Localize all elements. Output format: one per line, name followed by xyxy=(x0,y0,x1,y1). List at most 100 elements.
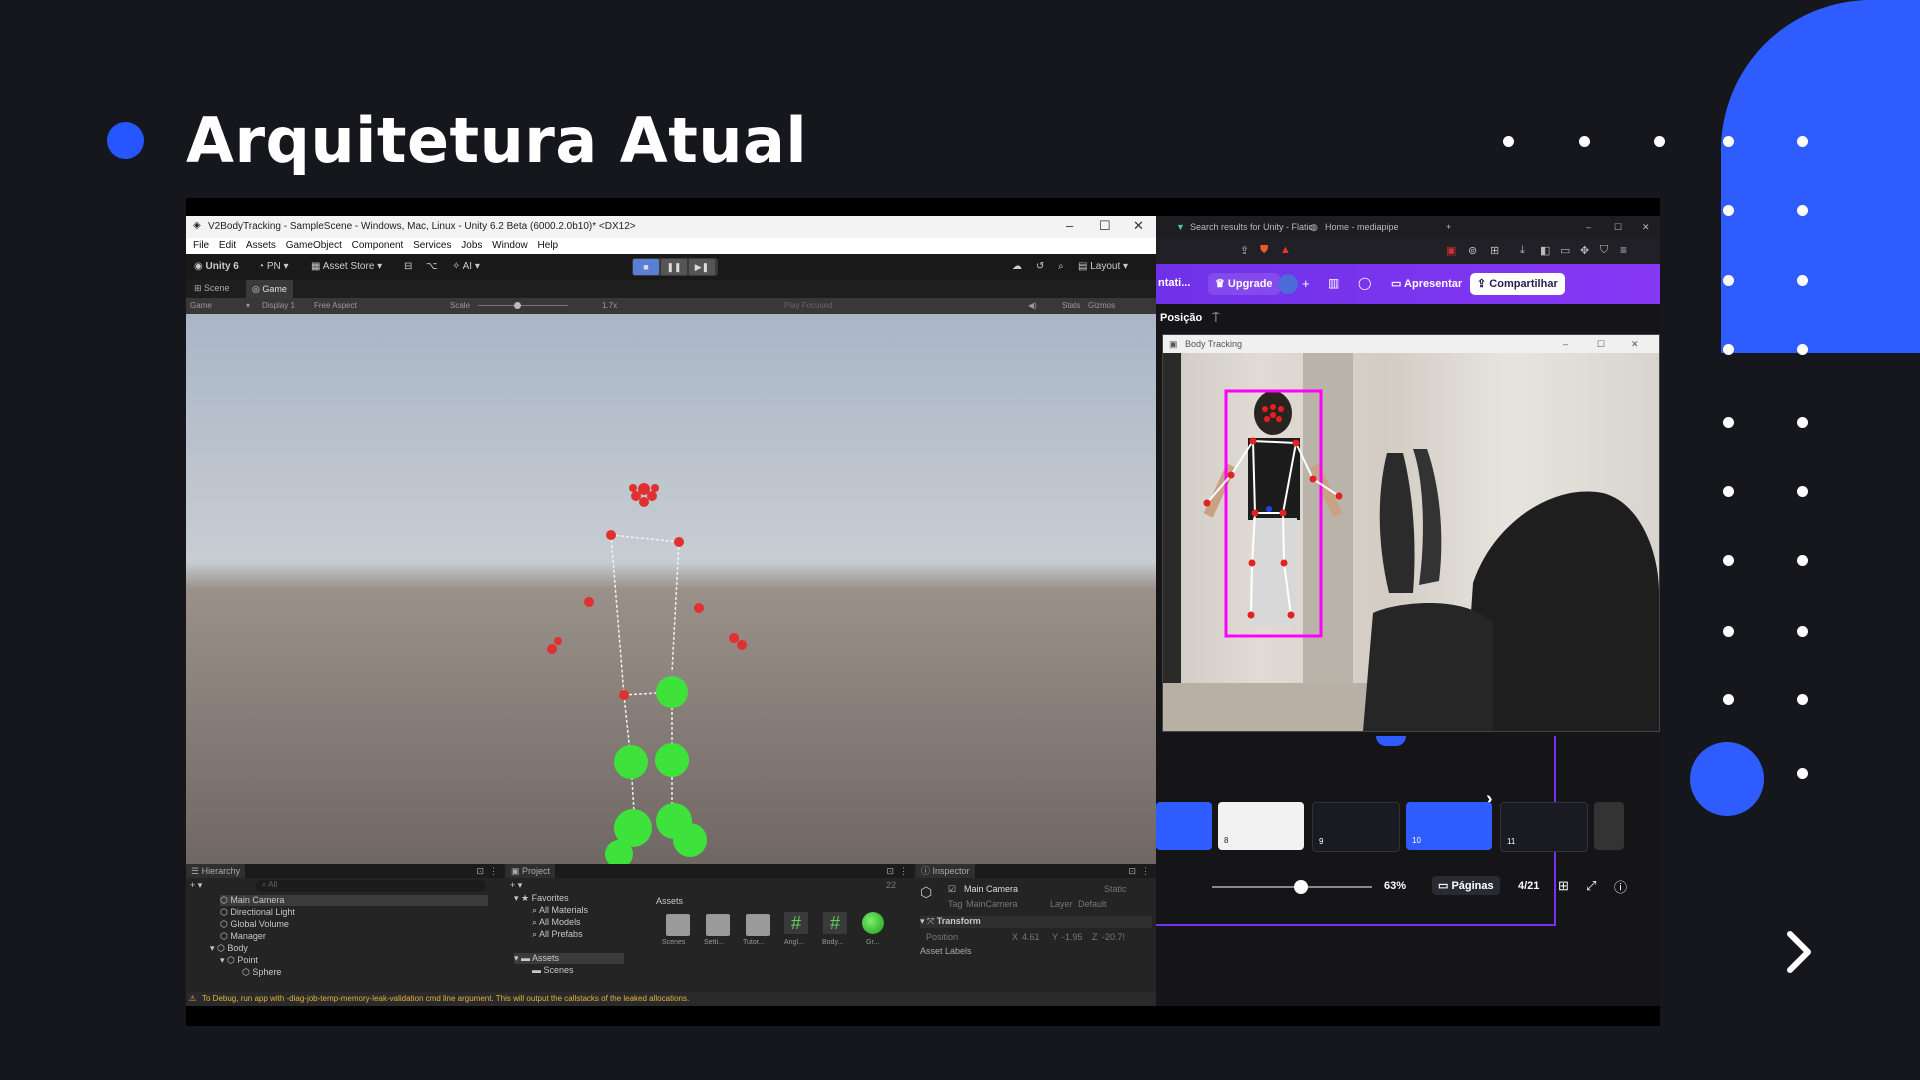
extension-icon[interactable]: ⊚ xyxy=(1468,244,1477,257)
sidebar-icon[interactable]: ◧ xyxy=(1540,244,1550,257)
gizmos-button[interactable]: Gizmos xyxy=(1088,301,1115,310)
asset-store-button[interactable]: ▦ Asset Store ▾ xyxy=(311,261,382,272)
hierarchy-item-global-volume[interactable]: ⬡ Global Volume xyxy=(220,919,289,930)
upgrade-button[interactable]: ♛ Upgrade xyxy=(1208,273,1280,295)
menu-window[interactable]: Window xyxy=(492,240,528,251)
page-thumbnail[interactable]: 11 xyxy=(1500,802,1588,852)
hierarchy-add-button[interactable]: + ▾ xyxy=(190,880,202,891)
minimize-icon[interactable]: – xyxy=(1586,222,1591,232)
lock-icon[interactable]: ⊡ xyxy=(1128,864,1136,878)
close-icon[interactable]: ✕ xyxy=(1631,335,1639,353)
more-options-icon[interactable]: ⋮ xyxy=(1141,864,1150,878)
help-icon[interactable]: ⓘ xyxy=(1614,877,1627,896)
hierarchy-item-body[interactable]: ▾ ⬡ Body xyxy=(210,943,248,954)
script-icon[interactable]: # xyxy=(784,912,808,934)
project-add-button[interactable]: + ▾ xyxy=(510,880,522,891)
mute-audio-icon[interactable]: ◀) xyxy=(1028,301,1037,310)
menu-file[interactable]: File xyxy=(193,240,209,251)
material-sphere-icon[interactable] xyxy=(862,912,884,934)
project-tab[interactable]: ▣ Project xyxy=(506,864,556,878)
stats-button[interactable]: Stats xyxy=(1062,301,1080,310)
fullscreen-icon[interactable]: ⤢ xyxy=(1586,878,1596,894)
stop-button[interactable]: ■ xyxy=(633,259,659,275)
menu-icon[interactable]: ≡ xyxy=(1620,243,1627,257)
presentation-name[interactable]: ntati... xyxy=(1158,277,1190,289)
folder-icon[interactable] xyxy=(746,914,770,936)
asset-labels[interactable]: Asset Labels xyxy=(920,946,972,956)
tab-scene[interactable]: ⊞ Scene xyxy=(188,283,236,294)
chevron-right-icon[interactable] xyxy=(1780,930,1820,974)
hierarchy-item-directional-light[interactable]: ⬡ Directional Light xyxy=(220,907,295,918)
menu-services[interactable]: Services xyxy=(413,240,451,251)
scale-slider-track[interactable] xyxy=(478,305,568,306)
folder-icon[interactable] xyxy=(666,914,690,936)
cloud-sync-icon[interactable]: ⊟ xyxy=(404,261,412,272)
position-z-field[interactable]: -20.7! xyxy=(1102,932,1125,942)
share-page-icon[interactable]: ⇪ xyxy=(1240,244,1249,257)
close-icon[interactable]: ✕ xyxy=(1642,222,1650,233)
history-icon[interactable]: ↺ xyxy=(1036,261,1044,272)
account-button[interactable]: ◉ Unity 6 xyxy=(194,261,239,272)
transform-component-header[interactable]: ▾ ⤧ Transform xyxy=(920,916,1152,928)
layer-dropdown[interactable]: Default xyxy=(1078,899,1107,909)
menu-edit[interactable]: Edit xyxy=(219,240,236,251)
present-button[interactable]: ▭ Apresentar xyxy=(1384,273,1469,295)
paint-format-icon[interactable]: ⍑ xyxy=(1212,310,1220,326)
position-y-field[interactable]: -1.95 xyxy=(1062,932,1083,942)
page-thumbnail[interactable] xyxy=(1594,802,1624,850)
new-tab-icon[interactable]: + xyxy=(1446,222,1451,232)
page-thumbnail[interactable]: 9 xyxy=(1312,802,1400,852)
user-button[interactable]: ◔ PN ▾ xyxy=(258,261,289,272)
vpn-shield-icon[interactable]: ⛉ xyxy=(1600,244,1608,257)
search-icon[interactable]: ⌕ xyxy=(1058,261,1064,272)
menu-help[interactable]: Help xyxy=(538,240,559,251)
download-icon[interactable]: ⤓ xyxy=(1520,244,1525,257)
browser-tab-flaticon[interactable]: Search results for Unity - Flatic xyxy=(1190,222,1313,232)
more-options-icon[interactable]: ⋮ xyxy=(899,864,908,878)
lock-icon[interactable]: ⊡ xyxy=(886,864,894,878)
menu-assets[interactable]: Assets xyxy=(246,240,276,251)
add-collaborator-icon[interactable]: + xyxy=(1302,276,1310,291)
display-dropdown[interactable]: Display 1 xyxy=(262,301,295,310)
zoom-level[interactable]: 63% xyxy=(1384,880,1406,892)
avatar[interactable] xyxy=(1278,274,1298,294)
page-thumbnail[interactable] xyxy=(1156,802,1212,850)
extension-icon[interactable]: ⊞ xyxy=(1490,244,1499,257)
rewards-icon[interactable]: ▲ xyxy=(1280,244,1291,256)
page-thumbnail[interactable]: 10 xyxy=(1406,802,1492,850)
maximize-icon[interactable]: ☐ xyxy=(1597,335,1605,353)
scale-slider-handle[interactable] xyxy=(514,302,521,309)
console-status-bar[interactable]: ⚠ To Debug, run app with -diag-job-temp-… xyxy=(186,992,1156,1006)
favorites-all-materials[interactable]: ⌕ All Materials xyxy=(532,905,588,916)
ai-button[interactable]: ✧ AI ▾ xyxy=(452,261,480,272)
layout-button[interactable]: ▤ Layout ▾ xyxy=(1078,261,1128,272)
hierarchy-search-input[interactable]: ⌕ All xyxy=(256,880,486,892)
tab-game[interactable]: ◎ Game xyxy=(246,280,293,298)
assets-folder[interactable]: ▾ ▬ Assets xyxy=(514,953,624,964)
zoom-slider-track[interactable] xyxy=(1212,886,1372,888)
maximize-icon[interactable]: ☐ xyxy=(1614,222,1622,233)
hierarchy-tab[interactable]: ☰ Hierarchy xyxy=(186,864,246,878)
maximize-icon[interactable]: ☐ xyxy=(1099,218,1111,234)
analytics-icon[interactable]: ▥ xyxy=(1328,276,1339,290)
aspect-dropdown[interactable]: Free Aspect xyxy=(314,301,357,310)
menu-component[interactable]: Component xyxy=(352,240,404,251)
script-icon[interactable]: # xyxy=(823,912,847,934)
share-button[interactable]: ⇪ Compartilhar xyxy=(1470,273,1565,295)
pause-button[interactable]: ❚❚ xyxy=(661,259,687,275)
close-icon[interactable]: ✕ xyxy=(1133,218,1144,234)
extension-icon[interactable]: ▣ xyxy=(1446,244,1456,257)
hierarchy-item-main-camera[interactable]: ⬡ Main Camera xyxy=(220,895,488,906)
browser-tab-mediapipe[interactable]: Home - mediapipe xyxy=(1325,222,1399,232)
pages-button[interactable]: ▭ Páginas xyxy=(1432,876,1500,895)
play-focused-dropdown[interactable]: Play Focused xyxy=(784,301,832,310)
scenes-folder[interactable]: ▬ Scenes xyxy=(532,965,574,975)
lock-icon[interactable]: ⊡ xyxy=(476,864,484,878)
favorites-all-prefabs[interactable]: ⌕ All Prefabs xyxy=(532,929,583,940)
zoom-slider-handle[interactable] xyxy=(1294,880,1308,894)
minimize-icon[interactable]: – xyxy=(1066,218,1073,233)
inspector-object-name[interactable]: Main Camera xyxy=(964,884,1018,894)
active-checkbox[interactable]: ☑ xyxy=(948,884,956,895)
game-viewport[interactable] xyxy=(186,314,1156,864)
position-x-field[interactable]: 4.61 xyxy=(1022,932,1040,942)
